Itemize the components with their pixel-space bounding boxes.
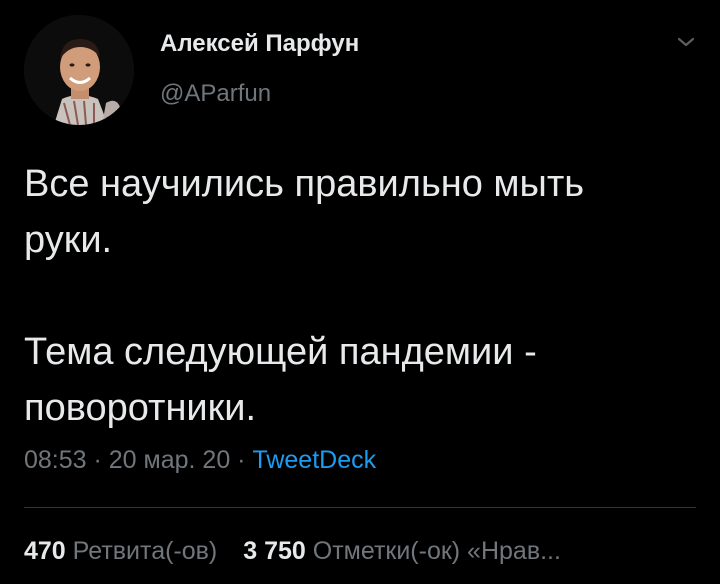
tweet-stats: 470 Ретвита(-ов) 3 750 Отметки(-ок) «Нрав… (24, 537, 561, 566)
likes-label: Отметки(-ок) «Нрав... (312, 537, 561, 565)
tweet-text: Все научились правильно мыть руки. Тема … (24, 156, 704, 436)
author-handle[interactable]: @AParfun (160, 80, 271, 108)
retweets-stat[interactable]: 470 Ретвита(-ов) (24, 537, 217, 565)
tweet-meta: 08:53 · 20 мар. 20 · TweetDeck (24, 446, 376, 475)
likes-stat[interactable]: 3 750 Отметки(-ок) «Нрав... (243, 537, 561, 565)
tweet-date[interactable]: 20 мар. 20 (109, 446, 230, 474)
retweets-label: Ретвита(-ов) (72, 537, 218, 565)
meta-separator: · (86, 446, 109, 474)
profile-photo-icon (24, 15, 134, 125)
author-avatar[interactable] (24, 15, 134, 125)
tweet-source-link[interactable]: TweetDeck (252, 446, 376, 474)
tweet-time[interactable]: 08:53 (24, 446, 87, 474)
divider (24, 507, 696, 508)
tweet-paragraph: Тема следующей пандемии - поворотники. (24, 331, 537, 429)
tweet-paragraph: Все научились правильно мыть руки. (24, 163, 585, 261)
chevron-down-icon[interactable] (674, 34, 698, 50)
likes-count: 3 750 (243, 537, 306, 565)
tweet-card: Алексей Парфун @AParfun Все научились пр… (0, 0, 720, 584)
author-name[interactable]: Алексей Парфун (160, 30, 359, 58)
meta-separator: · (230, 446, 253, 474)
retweets-count: 470 (24, 537, 66, 565)
